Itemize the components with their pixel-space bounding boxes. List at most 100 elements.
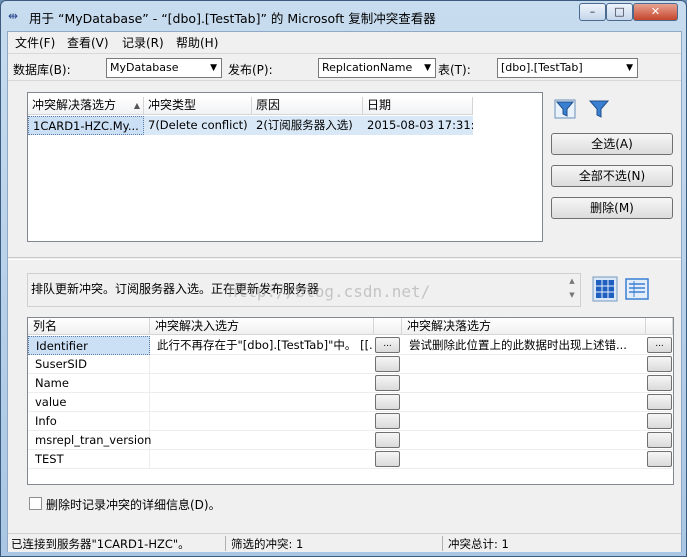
minimize-button[interactable]: – — [579, 3, 606, 21]
column-header-name[interactable]: 列名 — [28, 318, 150, 335]
column-name: Name — [28, 374, 150, 393]
close-button[interactable]: ✕ — [633, 3, 678, 21]
column-detail-grid[interactable]: 列名 冲突解决入选方 冲突解决落选方 Identifier 此行不再存在于"[d… — [27, 317, 674, 485]
detail-row[interactable]: SuserSID — [28, 355, 673, 374]
winner-edit-button[interactable] — [375, 356, 400, 372]
form-view-icon — [625, 278, 649, 300]
maximize-button[interactable]: □ — [606, 3, 633, 21]
winner-edit-button[interactable] — [375, 451, 400, 467]
client-area: 文件(F) 查看(V) 记录(R) 帮助(H) 数据库(B): MyDataba… — [7, 31, 682, 552]
column-name: Identifier — [28, 336, 150, 355]
winner-value — [150, 412, 372, 431]
select-all-button[interactable]: 全选(A) — [551, 133, 673, 155]
chevron-down-icon: ▼ — [626, 63, 633, 73]
loser-edit-button[interactable] — [647, 451, 672, 467]
grid-view-button[interactable] — [591, 276, 619, 302]
table-select[interactable]: [dbo].[TestTab] ▼ — [497, 58, 638, 78]
publication-label: 发布(P): — [228, 63, 273, 77]
loser-edit-button[interactable] — [647, 413, 672, 429]
winner-edit-button[interactable] — [375, 375, 400, 391]
conflict-list-header: 冲突解决落选方 ▲ 冲突类型 原因 日期 — [28, 97, 473, 115]
menu-bar: 文件(F) 查看(V) 记录(R) 帮助(H) — [8, 32, 681, 52]
column-header-winner-edit — [374, 318, 402, 335]
window-title: 用于 “MyDatabase” - “[dbo].[TestTab]” 的 Mi… — [29, 11, 436, 26]
watermark: http://blog.csdn.net/ — [228, 282, 431, 301]
status-separator — [225, 536, 226, 551]
loser-edit-button[interactable] — [647, 432, 672, 448]
loser-value — [402, 374, 646, 393]
winner-edit-button[interactable] — [375, 413, 400, 429]
loser-value — [402, 412, 646, 431]
menu-record[interactable]: 记录(R) — [122, 34, 164, 51]
clear-filter-button[interactable] — [585, 96, 613, 122]
publication-value: ReplcationName — [322, 61, 413, 74]
form-view-button[interactable] — [623, 276, 651, 302]
chevron-down-icon: ▼ — [210, 63, 217, 73]
cell-loser: 1CARD1-HZC.My... — [28, 116, 144, 135]
winner-edit-button[interactable] — [375, 432, 400, 448]
column-header-loser-detail[interactable]: 冲突解决落选方 — [402, 318, 646, 335]
database-label: 数据库(B): — [13, 63, 71, 77]
app-icon: ⇹ — [8, 9, 19, 23]
grid-view-icon — [592, 276, 618, 302]
column-header-date[interactable]: 日期 — [363, 97, 473, 115]
title-bar[interactable]: ⇹ 用于 “MyDatabase” - “[dbo].[TestTab]” 的 … — [1, 1, 686, 31]
loser-value — [402, 355, 646, 374]
app-window: ⇹ 用于 “MyDatabase” - “[dbo].[TestTab]” 的 … — [0, 0, 687, 557]
status-filtered: 筛选的冲突: 1 — [231, 537, 304, 551]
winner-value — [150, 374, 372, 393]
column-header-loser-edit — [646, 318, 673, 335]
loser-edit-button[interactable] — [647, 375, 672, 391]
cell-type: 7(Delete conflict) — [144, 116, 252, 135]
loser-value: 尝试删除此位置上的此数据时出现上述错... — [409, 338, 627, 352]
detail-row[interactable]: value — [28, 393, 673, 412]
selection-toolbar: 数据库(B): MyDatabase ▼ 发布(P): ReplcationNa… — [8, 53, 681, 81]
delete-button[interactable]: 删除(M) — [551, 197, 673, 219]
loser-edit-button[interactable] — [647, 356, 672, 372]
sort-ascending-icon: ▲ — [133, 101, 140, 110]
column-name: Info — [28, 412, 150, 431]
cell-reason: 2(订阅服务器入选) — [252, 116, 363, 135]
column-header-reason[interactable]: 原因 — [252, 97, 363, 115]
column-name: SuserSID — [28, 355, 150, 374]
database-select[interactable]: MyDatabase ▼ — [106, 58, 222, 78]
detail-row[interactable]: Name — [28, 374, 673, 393]
scroll-up-icon[interactable]: ▲ — [564, 274, 580, 288]
log-details-label: 删除时记录冲突的详细信息(D)。 — [46, 498, 221, 512]
conflict-list[interactable]: 冲突解决落选方 ▲ 冲突类型 原因 日期 1CARD1-HZC.My... 7(… — [27, 92, 543, 242]
winner-value: 此行不再存在于"[dbo].[TestTab]"中。 [[... — [157, 338, 372, 352]
winner-value — [150, 355, 372, 374]
message-scrollbar[interactable]: ▲ ▼ — [564, 274, 580, 306]
winner-edit-button[interactable] — [375, 394, 400, 410]
menu-view[interactable]: 查看(V) — [67, 34, 109, 51]
column-header-label: 冲突解决落选方 — [32, 98, 117, 112]
status-total: 冲突总计: 1 — [448, 537, 509, 551]
column-name: value — [28, 393, 150, 412]
conflict-row[interactable]: 1CARD1-HZC.My... 7(Delete conflict) 2(订阅… — [28, 116, 473, 135]
cell-date: 2015-08-03 17:31:... — [363, 116, 473, 135]
database-value: MyDatabase — [110, 61, 179, 74]
log-details-checkbox[interactable] — [29, 497, 42, 510]
detail-row[interactable]: TEST — [28, 450, 673, 469]
scroll-down-icon[interactable]: ▼ — [564, 288, 580, 302]
menu-help[interactable]: 帮助(H) — [176, 34, 218, 51]
detail-row[interactable]: Identifier 此行不再存在于"[dbo].[TestTab]"中。 [[… — [28, 336, 673, 355]
filter-button[interactable] — [551, 96, 579, 122]
column-header-loser[interactable]: 冲突解决落选方 ▲ — [28, 97, 144, 115]
detail-row[interactable]: msrepl_tran_version — [28, 431, 673, 450]
column-header-type[interactable]: 冲突类型 — [144, 97, 252, 115]
loser-edit-button[interactable] — [647, 394, 672, 410]
publication-select[interactable]: ReplcationName ▼ — [318, 58, 436, 78]
column-name: TEST — [28, 450, 150, 469]
menu-file[interactable]: 文件(F) — [15, 34, 55, 51]
select-none-button[interactable]: 全部不选(N) — [551, 165, 673, 187]
column-header-winner[interactable]: 冲突解决入选方 — [150, 318, 374, 335]
loser-value — [402, 393, 646, 412]
loser-value — [402, 450, 646, 469]
detail-row[interactable]: Info — [28, 412, 673, 431]
status-bar: 已连接到服务器"1CARD1-HZC"。 筛选的冲突: 1 冲突总计: 1 — [8, 533, 681, 552]
winner-ellipsis-button[interactable]: ... — [375, 337, 400, 353]
detail-grid-header: 列名 冲突解决入选方 冲突解决落选方 — [28, 318, 673, 335]
splitter[interactable] — [8, 257, 681, 260]
loser-ellipsis-button[interactable]: ... — [647, 337, 672, 353]
